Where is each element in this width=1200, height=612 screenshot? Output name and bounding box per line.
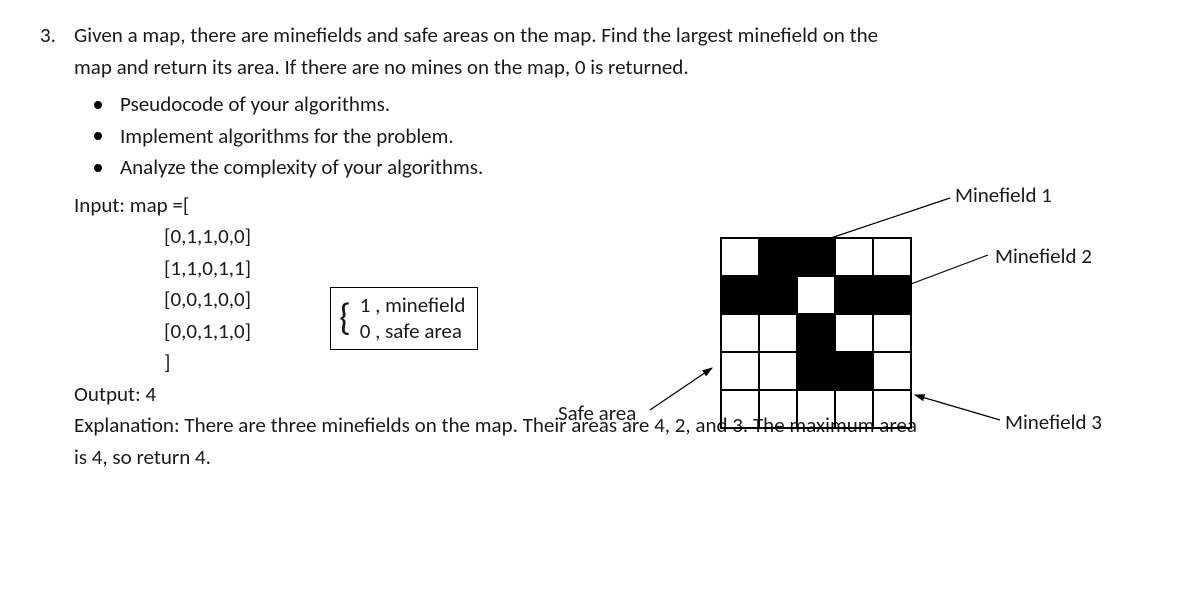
arrows: [0, 0, 1200, 612]
